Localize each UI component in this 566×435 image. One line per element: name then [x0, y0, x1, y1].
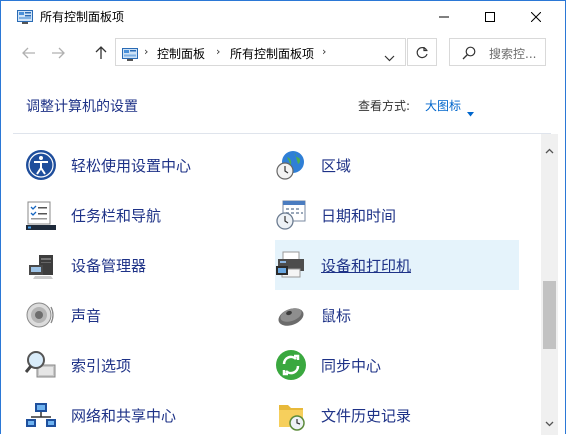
- maximize-icon: [485, 11, 495, 22]
- breadcrumb-separator[interactable]: ›: [216, 45, 220, 58]
- item-indexing-options[interactable]: 索引选项: [24, 344, 269, 386]
- item-date-and-time[interactable]: 日期和时间: [275, 194, 519, 236]
- indexing-icon: [24, 349, 57, 381]
- item-label[interactable]: 任务栏和导航: [71, 205, 161, 226]
- window-title: 所有控制面板项: [40, 10, 125, 24]
- address-bar[interactable]: › 控制面板 › 所有控制面板项 ›: [115, 38, 406, 66]
- item-label[interactable]: 文件历史记录: [321, 405, 411, 426]
- item-label[interactable]: 鼠标: [321, 305, 351, 326]
- item-label[interactable]: 日期和时间: [321, 205, 396, 226]
- chevron-down-icon: [384, 55, 395, 62]
- item-device-manager[interactable]: 设备管理器: [25, 244, 269, 286]
- device-manager-icon: [25, 249, 57, 281]
- minimize-button[interactable]: [421, 1, 467, 32]
- mouse-icon: [275, 299, 307, 331]
- close-icon: [531, 11, 541, 22]
- sync-icon: [275, 349, 307, 381]
- search-placeholder[interactable]: 搜索控...: [489, 45, 536, 62]
- item-label[interactable]: 索引选项: [71, 355, 131, 376]
- file-history-icon: [275, 399, 307, 431]
- item-label[interactable]: 区域: [321, 155, 351, 176]
- navigation-bar: › 控制面板 › 所有控制面板项 › 搜索控...: [1, 32, 565, 72]
- item-sync-center[interactable]: 同步中心: [275, 344, 519, 386]
- scrollbar-thumb[interactable]: [543, 281, 556, 349]
- search-icon: [462, 45, 476, 64]
- scroll-down-button[interactable]: [545, 412, 554, 431]
- taskbar-icon: [25, 199, 57, 231]
- triangle-down-icon: [467, 112, 474, 117]
- item-network-and-sharing-center[interactable]: 网络和共享中心: [25, 394, 269, 435]
- printer-icon: [275, 249, 307, 281]
- view-by-chevron[interactable]: [467, 102, 474, 121]
- control-panel-location-icon: [122, 46, 138, 61]
- control-panel-items: 轻松使用设置中心 区域 任务栏和导航 日期和时间 设备管理器 设备和打印机 声音…: [1, 134, 541, 435]
- breadcrumb-separator[interactable]: ›: [322, 45, 326, 58]
- view-by-label: 查看方式:: [358, 99, 411, 113]
- item-label[interactable]: 网络和共享中心: [71, 405, 176, 426]
- control-panel-window: 所有控制面板项 › 控制面板 › 所有控制面板项 › 搜索控... 调整计算机的…: [0, 0, 566, 435]
- item-label[interactable]: 设备管理器: [71, 255, 146, 276]
- item-sound[interactable]: 声音: [25, 294, 269, 336]
- minimize-icon: [439, 16, 449, 17]
- item-region[interactable]: 区域: [275, 144, 519, 186]
- arrow-left-icon: [22, 47, 35, 59]
- breadcrumb-separator[interactable]: ›: [144, 45, 148, 58]
- calendar-clock-icon: [275, 199, 307, 231]
- back-button[interactable]: [18, 42, 40, 64]
- close-button[interactable]: [513, 1, 559, 32]
- globe-clock-icon: [275, 149, 307, 181]
- page-header: 调整计算机的设置 查看方式: 大图标: [1, 72, 565, 133]
- maximize-button[interactable]: [467, 1, 513, 32]
- network-icon: [25, 399, 57, 431]
- item-file-history[interactable]: 文件历史记录: [275, 394, 519, 435]
- item-label[interactable]: 轻松使用设置中心: [71, 155, 191, 176]
- item-label[interactable]: 同步中心: [321, 355, 381, 376]
- speaker-icon: [25, 299, 57, 331]
- control-panel-app-icon: [17, 9, 33, 24]
- item-label[interactable]: 设备和打印机: [321, 255, 411, 276]
- title-bar[interactable]: 所有控制面板项: [1, 1, 565, 32]
- item-taskbar-and-navigation[interactable]: 任务栏和导航: [25, 194, 269, 236]
- item-devices-and-printers[interactable]: 设备和打印机: [275, 240, 519, 290]
- item-ease-of-access-center[interactable]: 轻松使用设置中心: [25, 144, 269, 186]
- vertical-scrollbar[interactable]: [541, 134, 558, 435]
- refresh-icon: [416, 46, 428, 58]
- breadcrumb-control-panel[interactable]: 控制面板: [157, 45, 205, 62]
- chevron-down-icon: [545, 421, 554, 427]
- forward-button[interactable]: [47, 42, 69, 64]
- item-mouse[interactable]: 鼠标: [275, 294, 519, 336]
- page-title: 调整计算机的设置: [26, 99, 138, 115]
- chevron-up-icon: [545, 148, 554, 154]
- arrow-up-icon: [95, 46, 107, 59]
- view-by-dropdown[interactable]: 大图标: [425, 97, 461, 114]
- item-label[interactable]: 声音: [71, 305, 101, 326]
- ease-of-access-icon: [25, 149, 57, 181]
- up-button[interactable]: [90, 42, 112, 64]
- refresh-button[interactable]: [407, 38, 437, 66]
- arrow-right-icon: [52, 47, 65, 59]
- address-history-dropdown[interactable]: [384, 47, 395, 66]
- breadcrumb-all-items[interactable]: 所有控制面板项: [230, 45, 314, 62]
- search-box[interactable]: 搜索控...: [449, 38, 546, 66]
- scroll-up-button[interactable]: [545, 139, 554, 158]
